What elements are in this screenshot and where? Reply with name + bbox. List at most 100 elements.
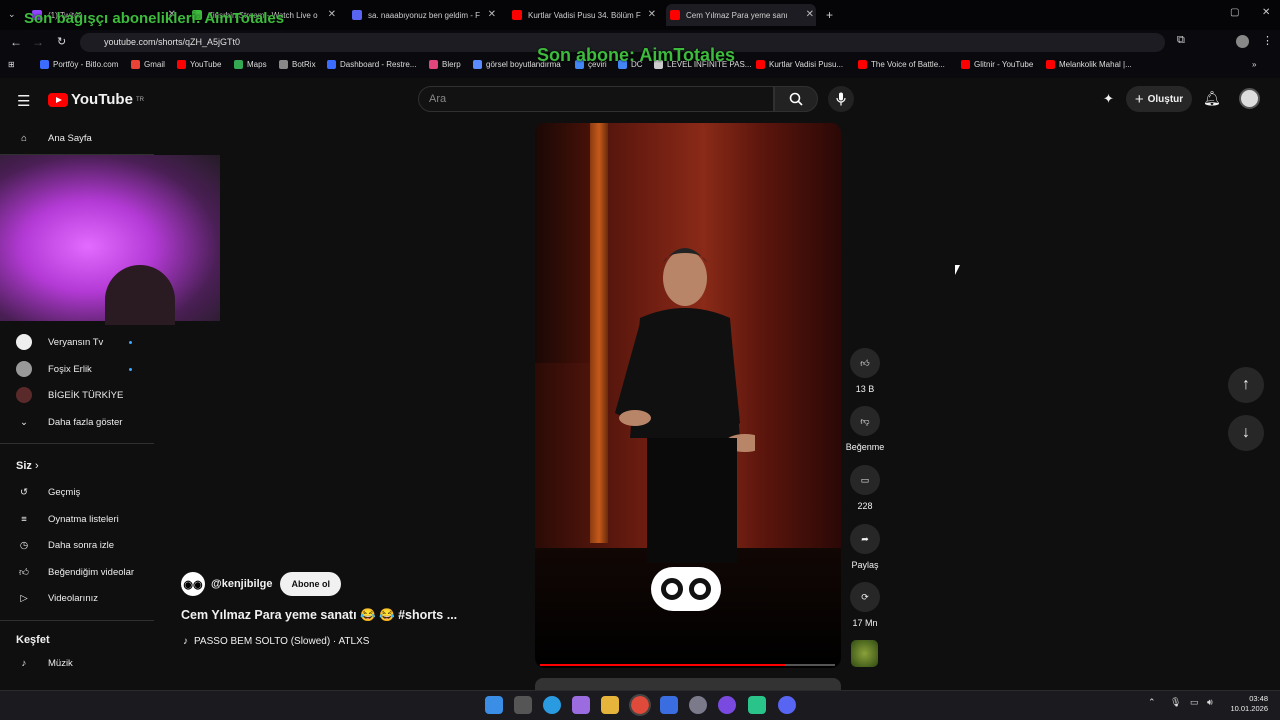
next-short-button[interactable]: ↓	[1228, 415, 1264, 451]
comment-icon: ▭	[850, 465, 880, 495]
discord-icon[interactable]	[778, 696, 796, 714]
like-button[interactable]: 👍︎ 13 B	[845, 348, 885, 394]
bookmark-4[interactable]: Maps	[234, 60, 267, 69]
sidebar-sub-1[interactable]: Veryansın Tv	[16, 334, 132, 350]
youtube-logo[interactable]: YouTube TR	[48, 91, 144, 108]
bookmark-13[interactable]: The Voice of Battle...	[858, 60, 945, 69]
sidebar-item-watch-later[interactable]: ◷ Daha sonra izle	[16, 537, 114, 553]
app-icon[interactable]	[660, 696, 678, 714]
back-icon[interactable]: ←	[10, 35, 22, 49]
search-button[interactable]	[774, 86, 818, 112]
volume-icon[interactable]: 🔊︎	[1207, 697, 1213, 708]
tray-chevron-icon[interactable]: ⌃	[1148, 697, 1156, 708]
chrome-icon[interactable]	[629, 694, 651, 716]
sidebar-item-label: Ana Sayfa	[48, 132, 92, 144]
youtube-icon	[512, 10, 522, 20]
sidebar-item-liked-videos[interactable]: 👍︎ Beğendiğim videolar	[16, 564, 134, 580]
extensions-icon[interactable]: ⧉	[1177, 34, 1185, 47]
bookmark-7[interactable]: Blerp	[429, 60, 461, 69]
bookmark-label: Maps	[247, 60, 267, 69]
voice-search-button[interactable]	[828, 86, 854, 112]
sound-row[interactable]: ♪ PASSO BEM SOLTO (Slowed) · ATLXS	[183, 636, 369, 647]
task-view-icon[interactable]	[514, 696, 532, 714]
bookmark-6[interactable]: Dashboard - Restre...	[327, 60, 416, 69]
sidebar-section-you[interactable]: Siz ›	[16, 460, 39, 472]
thumbs-down-icon: 👎︎	[850, 406, 880, 436]
youtube-icon	[670, 10, 680, 20]
notifications-bell-icon[interactable]: 🔔︎	[1203, 90, 1221, 107]
bookmark-14[interactable]: Glitnir - YouTube	[961, 60, 1033, 69]
remix-button[interactable]: ⟳ 17 Mn	[845, 582, 885, 628]
more-bookmarks-icon[interactable]: »	[1252, 60, 1256, 69]
youtube-icon	[961, 60, 970, 69]
create-button[interactable]: + Oluştur	[1126, 86, 1192, 112]
close-window-icon[interactable]: ✕	[1262, 7, 1270, 18]
bookmark-12[interactable]: Kurtlar Vadisi Pusu...	[756, 60, 843, 69]
sidebar-item-label: Beğendiğim videolar	[48, 566, 135, 578]
dislike-button[interactable]: 👎︎ Beğenme	[845, 406, 885, 452]
sidebar-item-your-videos[interactable]: ▷ Videolarınız	[16, 590, 98, 606]
bookmark-1[interactable]: Portföy - Bitlo.com	[40, 60, 118, 69]
copilot-icon[interactable]	[572, 696, 590, 714]
close-icon[interactable]: ✕	[328, 9, 336, 20]
tab-4[interactable]: Kurtlar Vadisi Pusu 34. Bölüm F ✕	[508, 4, 658, 26]
sidebar-item-label: Videolarınız	[48, 592, 98, 604]
network-icon[interactable]: ▭	[1190, 697, 1199, 708]
share-button[interactable]: ➦ Paylaş	[845, 524, 885, 570]
tab-search-icon[interactable]: ⌄	[8, 9, 16, 20]
sidebar-divider	[0, 620, 154, 621]
close-icon[interactable]: ✕	[648, 9, 656, 20]
bookmark-15[interactable]: Melankolik Mahal |...	[1046, 60, 1132, 69]
bookmark-5[interactable]: BotRix	[279, 60, 316, 69]
system-clock[interactable]: 03:48 10.01.2026	[1224, 694, 1268, 714]
sidebar-item-label: Geçmiş	[48, 486, 81, 498]
microphone-icon[interactable]: 🎙︎	[1170, 697, 1181, 708]
close-icon[interactable]: ✕	[806, 9, 814, 20]
plus-icon: +	[1134, 90, 1144, 108]
edge-icon[interactable]	[543, 696, 561, 714]
file-explorer-icon[interactable]	[601, 696, 619, 714]
bookmark-2[interactable]: Gmail	[131, 60, 165, 69]
tab-label: Kurtlar Vadisi Pusu 34. Bölüm F	[528, 10, 641, 20]
tab-5-active[interactable]: Cem Yılmaz Para yeme sanı ✕	[666, 4, 816, 26]
search-input[interactable]: Ara	[418, 86, 774, 112]
reload-icon[interactable]: ↻	[57, 35, 66, 48]
sidebar-item-history[interactable]: ↺ Geçmiş	[16, 484, 80, 500]
account-avatar[interactable]	[1239, 88, 1260, 109]
bookmark-label: Kurtlar Vadisi Pusu...	[769, 60, 844, 69]
sidebar-item-playlists[interactable]: ≡ Oynatma listeleri	[16, 511, 119, 527]
previous-short-button[interactable]: ↑	[1228, 367, 1264, 403]
short-video-player[interactable]	[535, 123, 841, 668]
channel-name[interactable]: @kenjibilge	[211, 578, 272, 590]
app-icon[interactable]	[718, 696, 736, 714]
subscribe-button[interactable]: Abone ol	[280, 572, 341, 596]
app-icon[interactable]	[748, 696, 766, 714]
short-title[interactable]: Cem Yılmaz Para yeme sanatı 😂 😂 #shorts …	[181, 608, 457, 623]
close-icon[interactable]: ✕	[488, 9, 496, 20]
site-icon	[352, 10, 362, 20]
sidebar-section-explore: Keşfet	[16, 634, 50, 646]
new-tab-button[interactable]: +	[822, 4, 838, 26]
channel-avatar[interactable]: ◉◉	[181, 572, 205, 596]
bookmark-3[interactable]: YouTube	[177, 60, 221, 69]
sidebar-show-more[interactable]: ⌄ Daha fazla göster	[16, 414, 122, 430]
tab-3[interactable]: sa. naaabıyonuz ben geldim - F ✕	[348, 4, 498, 26]
forward-icon[interactable]: →	[32, 35, 44, 49]
sidebar-item-music[interactable]: ♪ Müzik	[16, 655, 73, 671]
ai-sparkle-icon[interactable]: ✦	[1103, 91, 1114, 107]
apps-icon[interactable]: ⊞	[8, 60, 15, 69]
settings-icon[interactable]	[689, 696, 707, 714]
clock-date: 10.01.2026	[1230, 704, 1268, 713]
comments-button[interactable]: ▭ 228	[845, 465, 885, 511]
maximize-icon[interactable]: ▢	[1230, 7, 1239, 18]
menu-icon[interactable]: ⋮	[1262, 34, 1273, 47]
sidebar-sub-3[interactable]: BİGEİK TÜRKİYE	[16, 387, 123, 403]
next-short-preview[interactable]	[535, 678, 841, 690]
profile-avatar[interactable]	[1236, 35, 1249, 48]
sidebar-item-home[interactable]: ⌂ Ana Sayfa	[16, 130, 92, 146]
sidebar-sub-2[interactable]: Foşix Erlik	[16, 361, 132, 377]
clock-time: 03:48	[1249, 694, 1268, 703]
hamburger-icon[interactable]: ☰	[17, 92, 30, 110]
audio-thumbnail[interactable]	[851, 640, 878, 667]
windows-start-icon[interactable]	[485, 696, 503, 714]
